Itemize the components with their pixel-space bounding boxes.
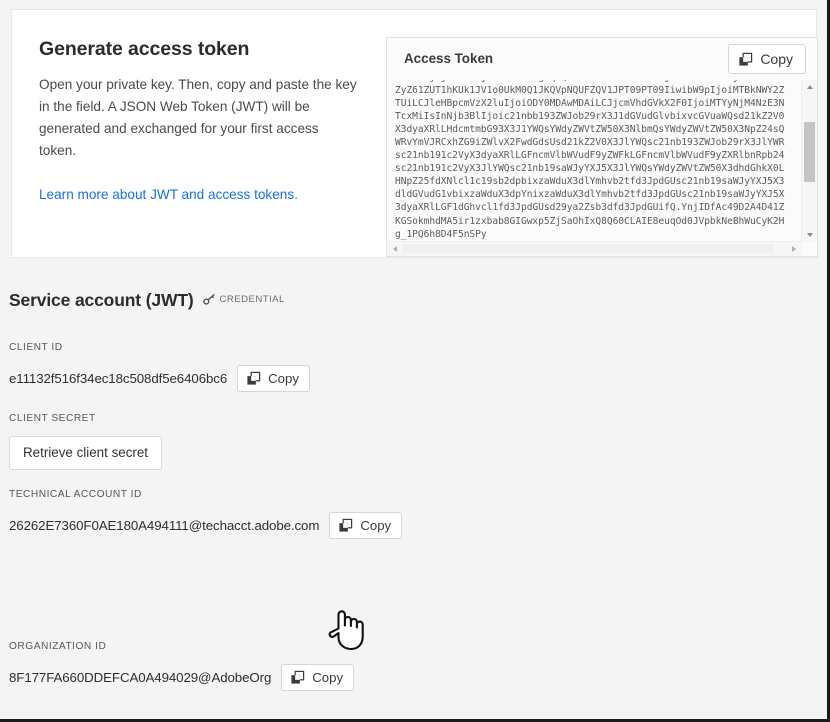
- copy-icon: [246, 371, 261, 386]
- page-title: Generate access token: [39, 38, 250, 60]
- access-token-header: Access Token Copy: [387, 38, 817, 81]
- access-token-label: Access Token: [404, 51, 494, 66]
- field-organization-id: ORGANIZATION ID 8F177FA660DDEFCA0A494029…: [9, 641, 355, 692]
- field-value-client-id: e11132f516f34ec18c508df5e6406bc6: [9, 371, 228, 387]
- access-token-value: 6J5ZLFjFjYmFcEnjUbAkLPFFHgNqFQcNbEkMWbUz…: [395, 80, 785, 240]
- scroll-right-icon[interactable]: [787, 242, 801, 255]
- scroll-up-icon[interactable]: [802, 80, 817, 94]
- credential-badge: CREDENTIAL: [202, 293, 285, 306]
- copy-access-token-label: Copy: [760, 51, 793, 67]
- field-client-id: CLIENT ID e11132f516f34ec18c508df5e6406b…: [9, 342, 310, 393]
- field-value-technical-account-id: 26262E7360F0AE180A494111@techacct.adobe.…: [9, 518, 320, 534]
- credential-badge-label: CREDENTIAL: [219, 294, 285, 305]
- key-icon: [202, 293, 216, 306]
- scroll-down-icon[interactable]: [802, 228, 817, 242]
- service-account-header: Service account (JWT) CREDENTIAL: [9, 290, 285, 311]
- field-row-organization-id: 8F177FA660DDEFCA0A494029@AdobeOrg Copy: [9, 664, 355, 692]
- retrieve-client-secret-button[interactable]: Retrieve client secret: [9, 436, 163, 471]
- learn-more-jwt-link[interactable]: Learn more about JWT and access tokens.: [39, 185, 298, 205]
- access-token-textarea[interactable]: 6J5ZLFjFjYmFcEnjUbAkLPFFHgNqFQcNbEkMWbUz…: [387, 80, 817, 256]
- generate-access-token-card: Generate access token Open your private …: [11, 9, 818, 258]
- field-label-client-secret: CLIENT SECRET: [9, 413, 96, 424]
- copy-technical-account-id-button[interactable]: Copy: [329, 512, 403, 540]
- scroll-left-icon[interactable]: [388, 242, 402, 255]
- field-row-client-id: e11132f516f34ec18c508df5e6406bc6 Copy: [9, 365, 310, 393]
- generate-token-description: Open your private key. Then, copy and pa…: [39, 77, 357, 159]
- copy-icon: [290, 670, 305, 685]
- horizontal-scroll-thumb[interactable]: [403, 244, 773, 253]
- field-label-technical-account-id: TECHNICAL ACCOUNT ID: [9, 489, 142, 500]
- field-value-organization-id: 8F177FA660DDEFCA0A494029@AdobeOrg: [9, 670, 272, 686]
- app-page: Generate access token Open your private …: [0, 0, 830, 722]
- token-horizontal-scrollbar[interactable]: [387, 241, 802, 256]
- vertical-scroll-thumb[interactable]: [804, 122, 815, 182]
- copy-organization-id-button[interactable]: Copy: [281, 664, 355, 692]
- copy-technical-account-id-label: Copy: [360, 518, 392, 533]
- token-vertical-scrollbar[interactable]: [801, 80, 817, 242]
- copy-icon: [338, 518, 353, 533]
- copy-access-token-button[interactable]: Copy: [728, 44, 806, 75]
- service-account-section: Service account (JWT) CREDENTIAL CLIENT …: [0, 258, 827, 719]
- generate-token-left-pane: Generate access token Open your private …: [39, 38, 359, 206]
- copy-organization-id-label: Copy: [312, 670, 344, 685]
- field-label-organization-id: ORGANIZATION ID: [9, 641, 107, 652]
- copy-client-id-button[interactable]: Copy: [237, 365, 310, 393]
- service-account-title: Service account (JWT): [9, 290, 194, 310]
- field-row-technical-account-id: 26262E7360F0AE180A494111@techacct.adobe.…: [9, 512, 403, 540]
- copy-icon: [738, 52, 753, 67]
- field-client-secret: CLIENT SECRET Retrieve client secret: [9, 413, 163, 471]
- field-technical-account-id: TECHNICAL ACCOUNT ID 26262E7360F0AE180A4…: [9, 489, 403, 540]
- access-token-panel: Access Token Copy 6J5ZLFjFjYmFcEnjUbAkLP…: [386, 37, 818, 257]
- field-row-client-secret: Retrieve client secret: [9, 436, 163, 471]
- copy-client-id-label: Copy: [268, 371, 299, 386]
- field-label-client-id: CLIENT ID: [9, 342, 63, 353]
